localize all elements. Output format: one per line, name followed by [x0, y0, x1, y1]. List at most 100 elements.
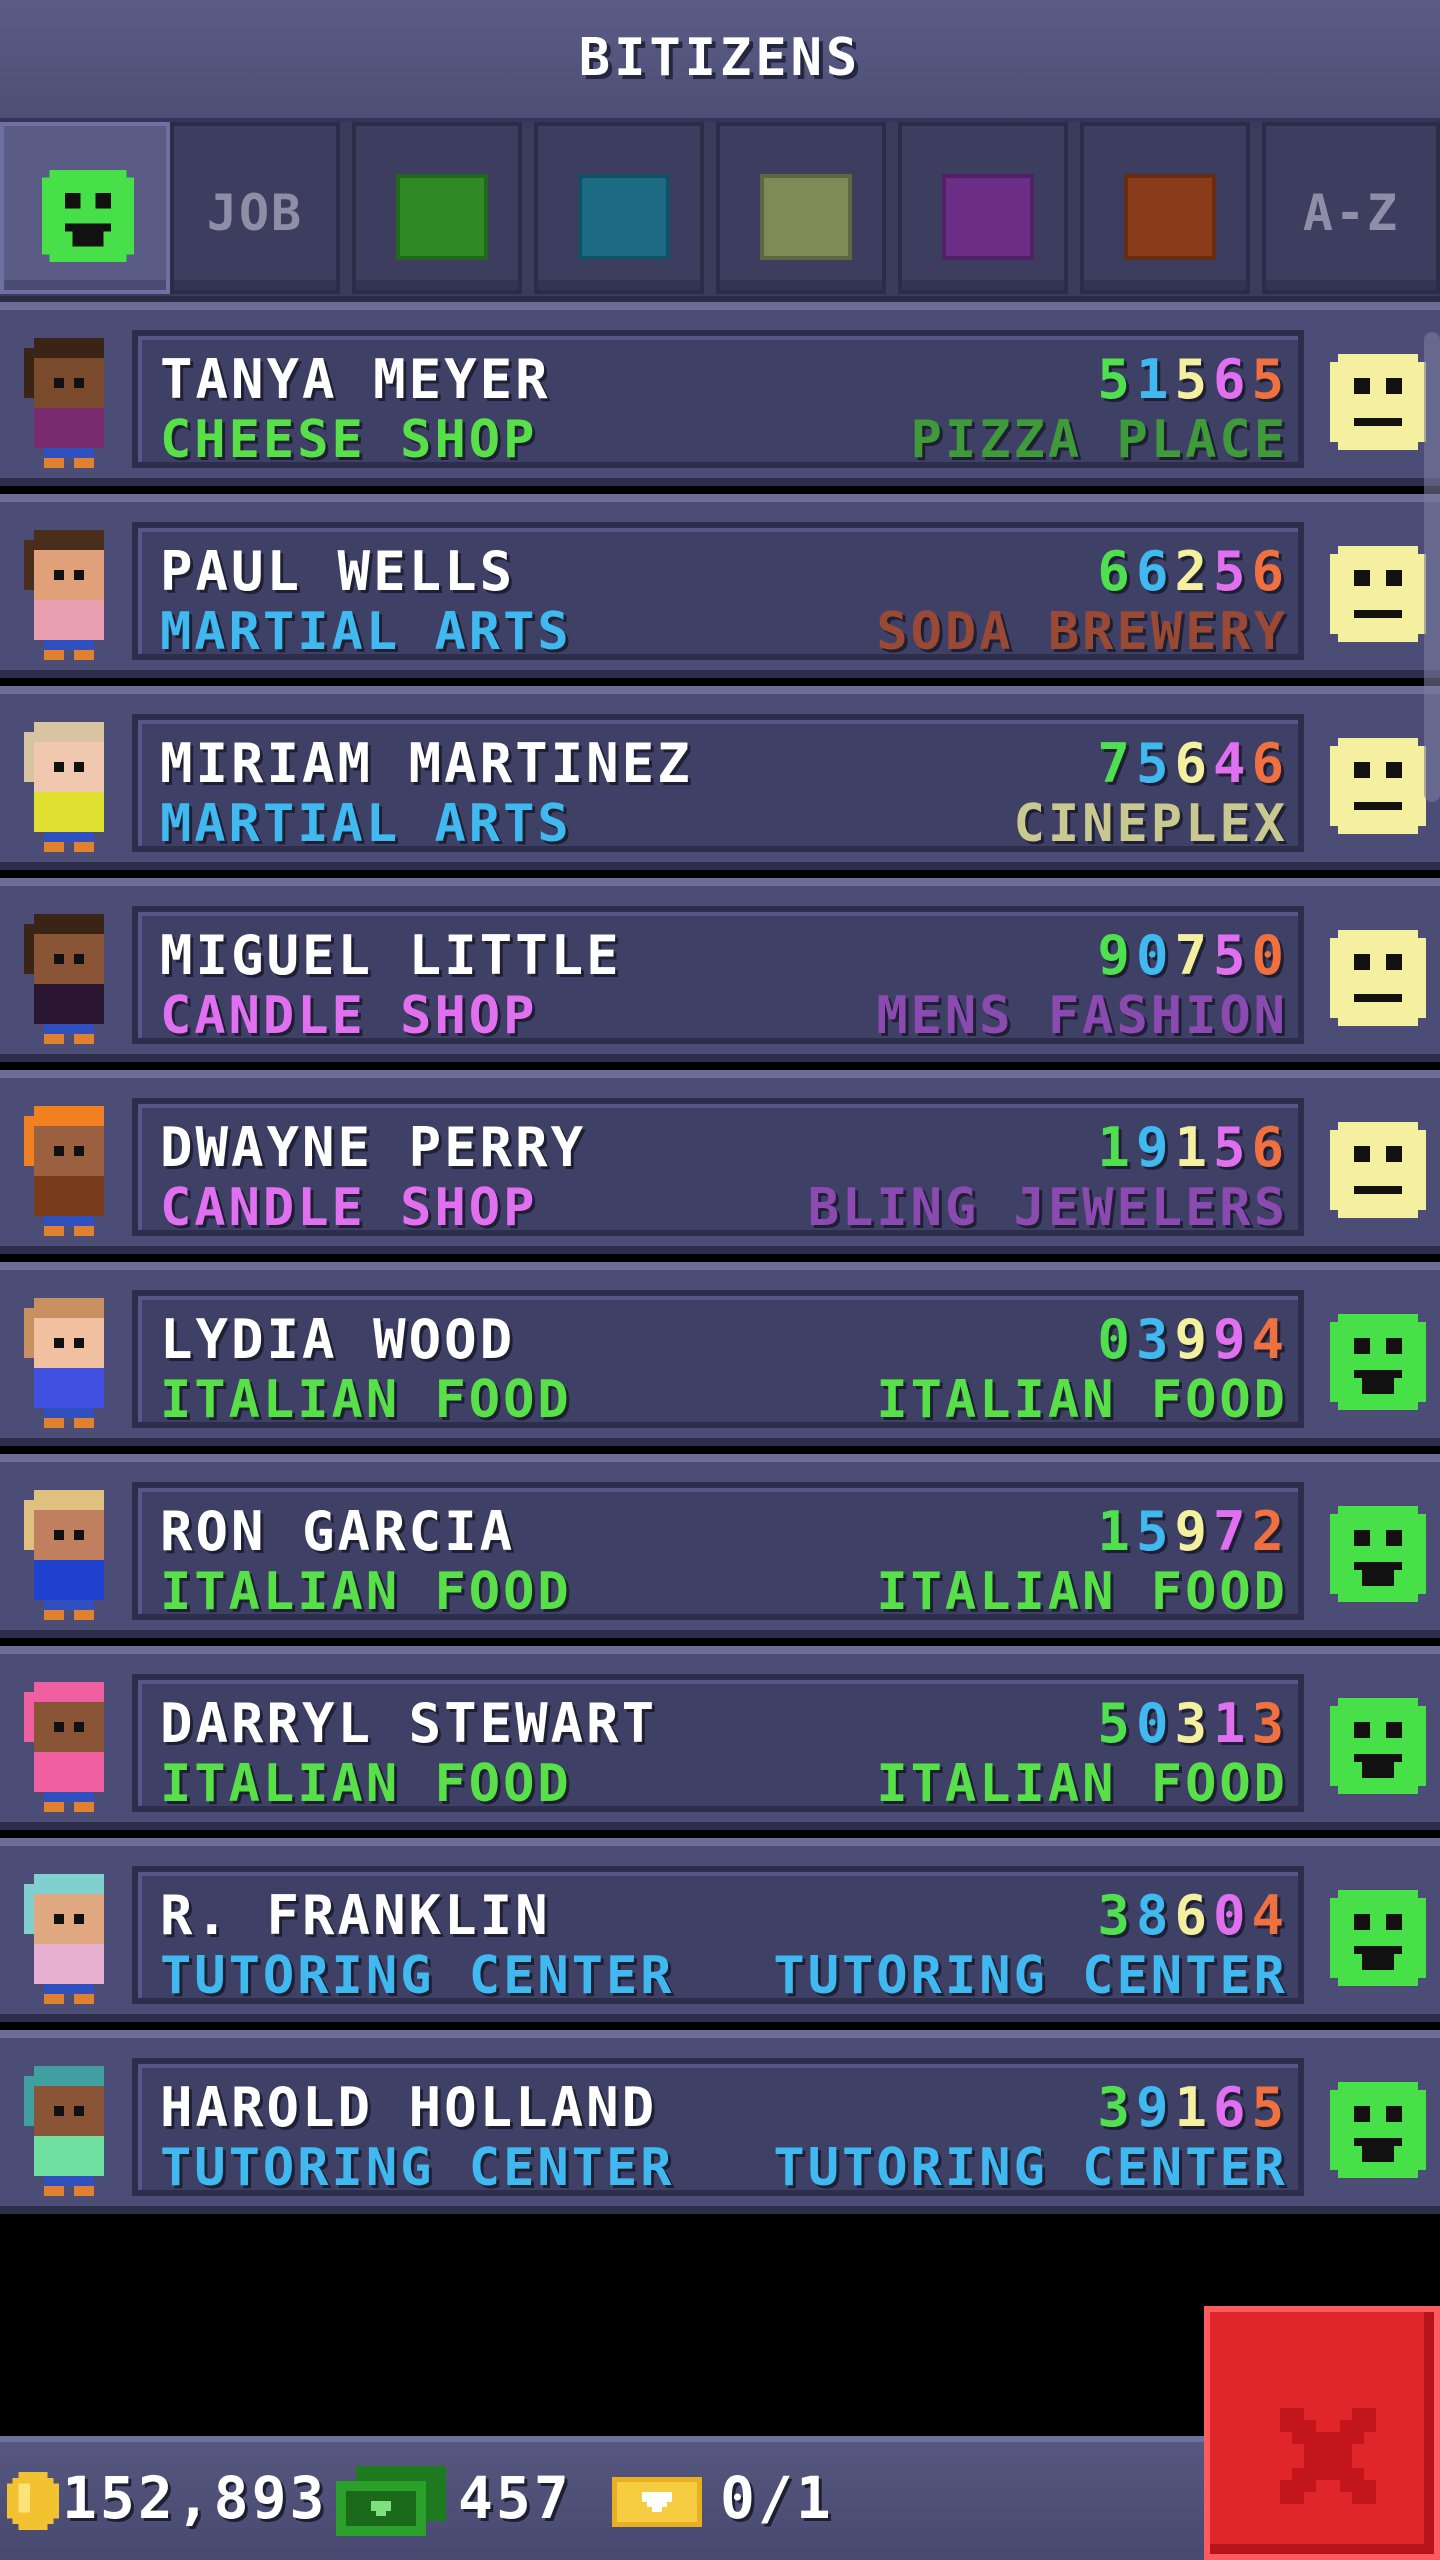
avatar-shirt: [34, 792, 104, 832]
bitizen-info-panel[interactable]: MIRIAM MARTINEZ 75646 MARTIAL ARTS CINEPLEX: [132, 714, 1304, 854]
bitizen-info-panel[interactable]: HAROLD HOLLAND 39165 TUTORING CENTER TUTORI…: [132, 2058, 1304, 2198]
avatar-pants: [44, 1600, 94, 1610]
avatar-eye: [54, 1914, 64, 1924]
avatar-hair: [34, 1490, 104, 1510]
bitizen-skill-stats: 51565: [1097, 348, 1290, 411]
skill-stat-digit: 1: [1097, 1500, 1136, 1563]
skill-stat-digit: 9: [1212, 1308, 1252, 1371]
avatar-pants: [44, 640, 94, 650]
skill-stat-digit: 5: [1135, 1500, 1175, 1563]
bitizen-info-panel[interactable]: MIGUEL LITTLE 90750 CANDLE SHOP MENS FASHIO…: [132, 906, 1304, 1046]
bitizen-avatar[interactable]: [14, 530, 124, 670]
avatar-shirt: [34, 1944, 104, 1984]
skill-stat-digit: 5: [1212, 924, 1252, 987]
bitizen-avatar[interactable]: [14, 2066, 124, 2206]
bitizen-name: MIGUEL LITTLE: [160, 924, 622, 987]
avatar-shoe: [74, 1610, 94, 1620]
bitizen-info-panel[interactable]: R. FRANKLIN 38604 TUTORING CENTER TUTORING …: [132, 1866, 1304, 2006]
avatar-face: [34, 550, 104, 600]
tab-happiness[interactable]: [0, 122, 170, 294]
happy-face-icon: [1330, 1698, 1426, 1794]
skill-stat-digit: 5: [1251, 348, 1290, 411]
skill-stat-digit: 6: [1212, 2076, 1252, 2139]
tab-alphabetical[interactable]: A-Z: [1262, 122, 1440, 294]
skill-stat-digit: 0: [1097, 1308, 1136, 1371]
bitizen-row[interactable]: DARRYL STEWART 50313 ITALIAN FOOD ITALIAN F…: [0, 1646, 1440, 1830]
bitizen-row[interactable]: DWAYNE PERRY 19156 CANDLE SHOP BLING JEWELE…: [0, 1070, 1440, 1254]
skill-stat-digit: 5: [1174, 348, 1213, 411]
bitizen-row[interactable]: R. FRANKLIN 38604 TUTORING CENTER TUTORING …: [0, 1838, 1440, 2022]
avatar-hair-side: [24, 1116, 34, 1166]
bux-count: 457: [458, 2464, 572, 2532]
skill-stat-digit: 9: [1097, 924, 1136, 987]
skill-stat-digit: 5: [1212, 1116, 1252, 1179]
skill-stat-digit: 1: [1135, 348, 1175, 411]
bitizen-info-panel[interactable]: DWAYNE PERRY 19156 CANDLE SHOP BLING JEWELE…: [132, 1098, 1304, 1238]
avatar-hair-side: [24, 540, 34, 590]
bitizen-row[interactable]: MIRIAM MARTINEZ 75646 MARTIAL ARTS CINEPLEX: [0, 686, 1440, 870]
avatar-shoe: [74, 1034, 94, 1044]
skill-stat-digit: 3: [1174, 1692, 1213, 1755]
skill-stat-digit: 3: [1097, 1884, 1136, 1947]
tab-color-blue[interactable]: [534, 122, 704, 294]
avatar-hair: [34, 1874, 104, 1894]
bitizen-avatar[interactable]: [14, 722, 124, 862]
bitizen-current-job: CANDLE SHOP: [160, 1178, 538, 1238]
bitizen-row[interactable]: TANYA MEYER 51565 CHEESE SHOP PIZZA PLACE: [0, 302, 1440, 486]
tab-color-purple[interactable]: [898, 122, 1068, 294]
bitizen-row[interactable]: MIGUEL LITTLE 90750 CANDLE SHOP MENS FASHIO…: [0, 878, 1440, 1062]
skill-stat-digit: 5: [1212, 540, 1252, 603]
neutral-face-icon: [1330, 738, 1426, 834]
skill-stat-digit: 4: [1212, 732, 1252, 795]
bitizen-avatar[interactable]: [14, 338, 124, 478]
olive-category-swatch: [760, 174, 852, 260]
bitizen-info-panel[interactable]: RON GARCIA 15972 ITALIAN FOOD ITALIAN FOOD: [132, 1482, 1304, 1622]
skill-stat-digit: 1: [1212, 1692, 1252, 1755]
scrollbar[interactable]: [1424, 332, 1440, 802]
bitizen-name: R. FRANKLIN: [160, 1884, 551, 1947]
close-button[interactable]: [1204, 2306, 1440, 2560]
bitizen-skill-stats: 66256: [1097, 540, 1290, 603]
bitizen-avatar[interactable]: [14, 1682, 124, 1822]
bitizen-row[interactable]: HAROLD HOLLAND 39165 TUTORING CENTER TUTORI…: [0, 2030, 1440, 2214]
tab-job[interactable]: JOB: [170, 122, 340, 294]
skill-stat-digit: 1: [1174, 1116, 1213, 1179]
tab-color-orange[interactable]: [1080, 122, 1250, 294]
bitizen-avatar[interactable]: [14, 1106, 124, 1246]
avatar-hair: [34, 338, 104, 358]
bitizen-info-panel[interactable]: TANYA MEYER 51565 CHEESE SHOP PIZZA PLACE: [132, 330, 1304, 470]
avatar-eye: [74, 570, 84, 580]
bitizen-avatar[interactable]: [14, 1490, 124, 1630]
bitizen-current-job: TUTORING CENTER: [160, 2138, 675, 2198]
avatar-eye: [54, 1338, 64, 1348]
bitizen-current-job: ITALIAN FOOD: [160, 1754, 572, 1814]
bitizen-avatar[interactable]: [14, 1874, 124, 2014]
bitizen-info-panel[interactable]: PAUL WELLS 66256 MARTIAL ARTS SODA BREWERY: [132, 522, 1304, 662]
avatar-shoe: [74, 842, 94, 852]
avatar-pants: [44, 1984, 94, 1994]
avatar-shoe: [74, 1226, 94, 1236]
avatar-pants: [44, 832, 94, 842]
header-bar: BITIZENS: [0, 0, 1440, 122]
bitizen-info-panel[interactable]: LYDIA WOOD 03994 ITALIAN FOOD ITALIAN FOOD: [132, 1290, 1304, 1430]
avatar-eye: [74, 1338, 84, 1348]
bitizen-avatar[interactable]: [14, 1298, 124, 1438]
bitizen-info-panel[interactable]: DARRYL STEWART 50313 ITALIAN FOOD ITALIAN F…: [132, 1674, 1304, 1814]
avatar-shoe: [44, 650, 64, 660]
bitizen-name: PAUL WELLS: [160, 540, 516, 603]
skill-stat-digit: 9: [1135, 1116, 1175, 1179]
avatar-face: [34, 1318, 104, 1368]
avatar-shirt: [34, 1176, 104, 1216]
avatar-eye: [54, 1530, 64, 1540]
bitizen-row[interactable]: PAUL WELLS 66256 MARTIAL ARTS SODA BREWERY: [0, 494, 1440, 678]
coin-count: 152,893: [62, 2464, 328, 2532]
avatar-face: [34, 2086, 104, 2136]
bitizen-row[interactable]: LYDIA WOOD 03994 ITALIAN FOOD ITALIAN FOOD: [0, 1262, 1440, 1446]
ticket-count: 0/1: [720, 2464, 834, 2532]
tab-color-green[interactable]: [352, 122, 522, 294]
bitizen-row[interactable]: RON GARCIA 15972 ITALIAN FOOD ITALIAN FOOD: [0, 1454, 1440, 1638]
happy-face-icon: [1330, 1890, 1426, 1986]
bitizen-avatar[interactable]: [14, 914, 124, 1054]
tab-color-olive[interactable]: [716, 122, 886, 294]
avatar-face: [34, 358, 104, 408]
